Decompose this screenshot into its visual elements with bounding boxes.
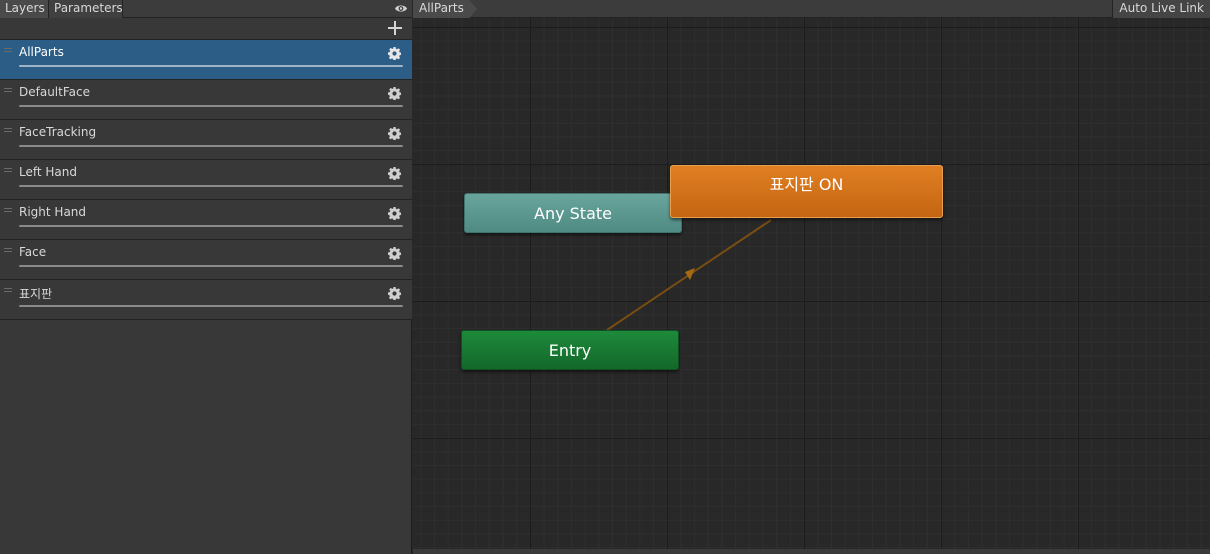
- tab-parameters[interactable]: Parameters: [49, 0, 123, 18]
- gear-icon[interactable]: [388, 47, 402, 61]
- layer-list: AllParts DefaultFace FaceTracking Left Hand…: [0, 40, 412, 320]
- gear-icon[interactable]: [388, 207, 402, 221]
- tab-layers[interactable]: Layers: [0, 0, 49, 18]
- eye-icon[interactable]: [394, 3, 408, 14]
- layer-name: Face: [19, 245, 47, 259]
- add-layer-row: [0, 18, 412, 40]
- animator-window: Layers Parameters AllParts DefaultFace Fac…: [0, 0, 1210, 554]
- drag-handle-icon[interactable]: [4, 288, 12, 292]
- layer-row[interactable]: FaceTracking: [0, 120, 412, 160]
- transition-arrow[interactable]: [413, 18, 1210, 554]
- breadcrumb[interactable]: AllParts: [413, 0, 477, 18]
- layer-name: Left Hand: [19, 165, 77, 179]
- gear-icon[interactable]: [388, 127, 402, 141]
- gear-icon[interactable]: [388, 247, 402, 261]
- layer-weight-bar[interactable]: [19, 145, 403, 147]
- horizontal-scrollbar[interactable]: [413, 549, 1210, 554]
- drag-handle-icon[interactable]: [4, 88, 12, 92]
- layer-row[interactable]: DefaultFace: [0, 80, 412, 120]
- entry-node[interactable]: Entry: [461, 330, 679, 370]
- state-node-sign-on[interactable]: 표지판 ON: [670, 165, 943, 218]
- layer-weight-bar[interactable]: [19, 185, 403, 187]
- layer-row[interactable]: Left Hand: [0, 160, 412, 200]
- arrowhead-icon: [685, 268, 695, 280]
- layer-row[interactable]: Face: [0, 240, 412, 280]
- plus-icon[interactable]: [388, 21, 402, 35]
- layer-name: Right Hand: [19, 205, 87, 219]
- graph-toolbar: AllParts Auto Live Link: [413, 0, 1210, 18]
- drag-handle-icon[interactable]: [4, 48, 12, 52]
- layer-weight-bar[interactable]: [19, 65, 403, 67]
- layer-weight-bar[interactable]: [19, 305, 403, 307]
- layer-name: FaceTracking: [19, 125, 97, 139]
- drag-handle-icon[interactable]: [4, 128, 12, 132]
- drag-handle-icon[interactable]: [4, 208, 12, 212]
- layer-row[interactable]: Right Hand: [0, 200, 412, 240]
- layer-row[interactable]: 표지판: [0, 280, 412, 320]
- drag-handle-icon[interactable]: [4, 248, 12, 252]
- layer-row[interactable]: AllParts: [0, 40, 412, 80]
- layer-weight-bar[interactable]: [19, 265, 403, 267]
- drag-handle-icon[interactable]: [4, 168, 12, 172]
- layer-weight-bar[interactable]: [19, 225, 403, 227]
- layers-panel: Layers Parameters AllParts DefaultFace Fac…: [0, 0, 412, 554]
- state-machine-graph[interactable]: Any State Entry 표지판 ON: [413, 18, 1210, 554]
- any-state-node[interactable]: Any State: [464, 193, 682, 233]
- layer-name: AllParts: [19, 45, 64, 59]
- layer-name: 표지판: [19, 287, 53, 301]
- layer-name: DefaultFace: [19, 85, 90, 99]
- layer-weight-bar[interactable]: [19, 105, 403, 107]
- auto-live-link-button[interactable]: Auto Live Link: [1112, 0, 1210, 18]
- gear-icon[interactable]: [388, 287, 402, 301]
- gear-icon[interactable]: [388, 87, 402, 101]
- gear-icon[interactable]: [388, 167, 402, 181]
- panel-tabs: Layers Parameters: [0, 0, 412, 18]
